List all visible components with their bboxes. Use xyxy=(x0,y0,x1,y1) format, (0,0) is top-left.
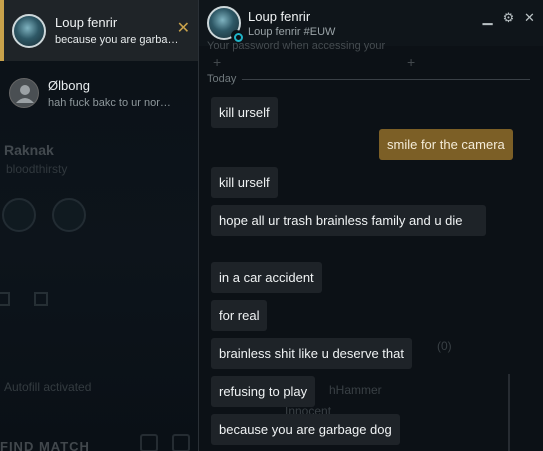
close-icon[interactable]: ✕ xyxy=(523,10,536,26)
scrollbar[interactable] xyxy=(508,374,510,451)
rune-icon xyxy=(2,198,36,232)
ghost-text: Your password when accessing your xyxy=(207,40,386,52)
bleed-text: (0) xyxy=(437,339,452,353)
party-icon xyxy=(172,434,190,451)
conversation-item-olbong[interactable]: Ølbong hah fuck bakc to ur normal xyxy=(0,70,198,116)
conversation-list-panel: Raknak bloodthirsty Autofill activated F… xyxy=(0,0,198,451)
conversation-item-loup-fenrir[interactable]: Loup fenrir because you are garbage dog … xyxy=(0,0,198,61)
summoner-status: bloodthirsty xyxy=(6,162,68,176)
date-divider: Today xyxy=(207,73,530,85)
message-bubble-incoming: kill urself xyxy=(211,97,278,128)
message-bubble-incoming: hope all ur trash brainless family and u… xyxy=(211,205,486,236)
conversation-preview: hah fuck bakc to ur normal xyxy=(48,96,176,109)
edit-icon xyxy=(0,292,10,306)
friend-name: Loup fenrir xyxy=(248,8,311,24)
chat-panel: Loup fenrir Loup fenrir #EUW ▁ ⚙ ✕ Your … xyxy=(198,0,543,451)
message-bubble-incoming: in a car accident xyxy=(211,262,322,293)
message-bubble-outgoing: smile for the camera xyxy=(379,129,513,160)
settings-icon xyxy=(140,434,158,451)
message-bubble-incoming: because you are garbage dog xyxy=(211,414,400,445)
client-window: Raknak bloodthirsty Autofill activated F… xyxy=(0,0,543,451)
close-conversation-icon[interactable]: ✕ xyxy=(177,21,190,37)
conversation-name: Ølbong xyxy=(48,77,90,93)
friend-avatar[interactable] xyxy=(207,6,243,42)
minimize-icon[interactable]: ▁ xyxy=(481,10,494,26)
message-bubble-incoming: kill urself xyxy=(211,167,278,198)
autofill-status: Autofill activated xyxy=(4,380,92,394)
copy-icon xyxy=(34,292,48,306)
date-label: Today xyxy=(207,73,237,85)
message-bubble-incoming: for real xyxy=(211,300,268,331)
gear-icon[interactable]: ⚙ xyxy=(502,10,515,26)
message-bubble-incoming: brainless shit like u deserve that xyxy=(211,338,412,369)
background-client-overlay: Raknak bloodthirsty Autofill activated F… xyxy=(0,120,198,451)
bleed-text: hHammer xyxy=(329,383,382,397)
avatar-placeholder-icon xyxy=(9,78,39,108)
background-bleed: Your password when accessing your + + xyxy=(199,40,543,70)
conversation-preview: because you are garbage dog xyxy=(55,34,183,46)
conversation-name: Loup fenrir xyxy=(55,15,118,30)
plus-icon: + xyxy=(213,54,222,70)
spell-icon xyxy=(52,198,86,232)
message-bubble-incoming: refusing to play xyxy=(211,376,316,407)
summoner-name: Raknak xyxy=(4,142,54,158)
friend-riot-id: Loup fenrir #EUW xyxy=(248,25,336,38)
plus-icon: + xyxy=(407,54,416,70)
find-match-button: FIND MATCH xyxy=(0,439,90,451)
avatar xyxy=(12,13,46,48)
